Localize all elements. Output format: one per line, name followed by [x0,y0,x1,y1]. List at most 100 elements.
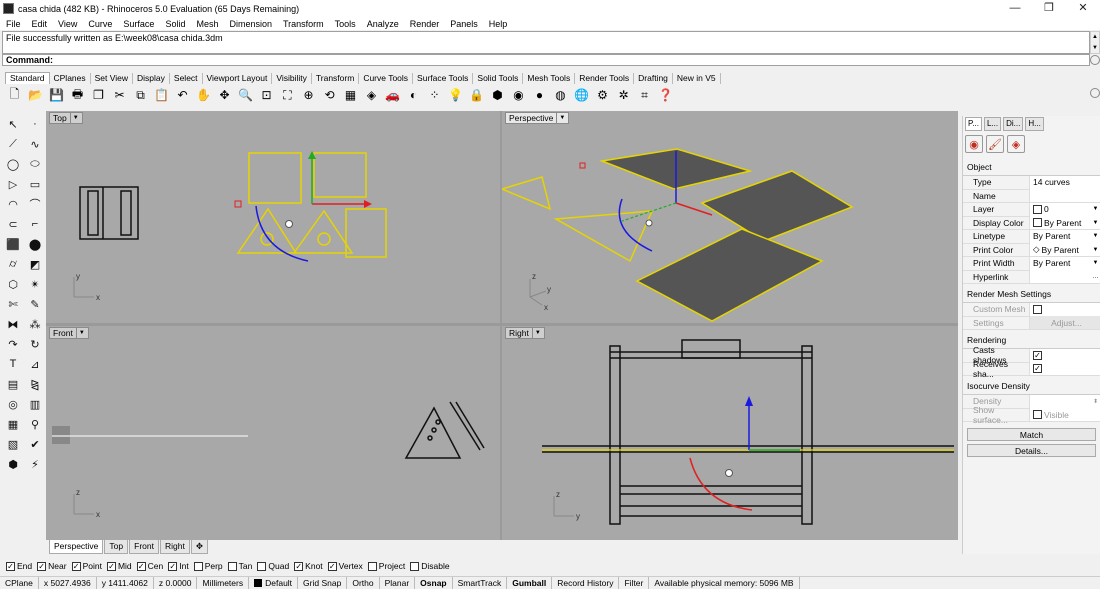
polygon-icon[interactable]: ▷ [3,174,23,194]
menu-render[interactable]: Render [404,19,445,29]
viewport-label-right[interactable]: Right ▼ [505,327,545,339]
viewport-perspective[interactable]: z y x Perspective ▼ [502,111,958,323]
menu-transform[interactable]: Transform [277,19,329,29]
object-properties-icon[interactable]: ◉ [965,135,983,153]
gear-icon[interactable]: ✲ [615,87,632,104]
close-button[interactable]: ✕ [1066,0,1100,17]
viewport-right[interactable]: z y Right ▼ [502,326,958,540]
status-grid-snap[interactable]: Grid Snap [298,577,348,589]
chevron-down-icon[interactable]: ▼ [531,328,541,338]
tab-standard[interactable]: Standard [5,72,50,84]
material-icon[interactable]: 🖌 [986,135,1004,153]
undo-icon[interactable]: ↶ [174,87,191,104]
open-icon[interactable]: 📂 [27,87,44,104]
box-icon[interactable]: ⬛ [3,234,23,254]
prop-name[interactable]: Name [963,189,1100,203]
toolbar-options-icon[interactable] [1090,88,1100,98]
split-icon[interactable]: ✎ [25,294,45,314]
render-preview-icon[interactable]: ◍ [552,87,569,104]
tab-cplanes[interactable]: CPlanes [50,73,91,84]
options-icon[interactable]: ⌗ [636,87,653,104]
grid-icon[interactable]: ▦ [3,414,23,434]
point-icon[interactable]: · [25,114,45,134]
status-smarttrack[interactable]: SmartTrack [453,577,508,589]
viewport-label-front[interactable]: Front ▼ [49,327,89,339]
polyline-icon[interactable]: ⟋ [3,134,23,154]
history-scrollbar[interactable]: ▲ ▼ [1090,31,1100,54]
menu-curve[interactable]: Curve [82,19,117,29]
tab-set-view[interactable]: Set View [91,73,134,84]
tab-drafting[interactable]: Drafting [634,73,673,84]
render-sphere-icon[interactable]: ● [531,87,548,104]
tab-viewport-layout[interactable]: Viewport Layout [203,73,273,84]
zoom-icon[interactable]: 🔍 [237,87,254,104]
ellipse-icon[interactable]: ⬭ [25,154,45,174]
rotate-tool-icon[interactable]: ↻ [25,334,45,354]
circle-icon[interactable]: ◯ [3,154,23,174]
perspective-icon[interactable]: ◈ [363,87,380,104]
menu-surface[interactable]: Surface [117,19,159,29]
status-cplane[interactable]: CPlane [0,577,39,589]
car-icon[interactable]: 🚗 [384,87,401,104]
cylinder-icon[interactable]: ⌭ [3,254,23,274]
command-prompt[interactable]: Command: [2,54,1090,66]
mirror-icon[interactable]: ⧎ [25,374,45,394]
import-icon[interactable]: ❐ [90,87,107,104]
prop-hyperlink[interactable]: Hyperlink… [963,270,1100,284]
tab-render-tools[interactable]: Render Tools [575,73,635,84]
offset-icon[interactable]: ⊂ [3,214,23,234]
dimension-icon[interactable]: ⊿ [25,354,45,374]
osnap-project[interactable]: Project [367,561,405,571]
panel-tab-layers[interactable]: L... [983,116,1002,131]
status-osnap[interactable]: Osnap [415,577,453,589]
status-gumball[interactable]: Gumball [507,577,553,589]
lock-icon[interactable]: 🔒 [468,87,485,104]
tab-curve-tools[interactable]: Curve Tools [359,73,414,84]
osnap-disable[interactable]: Disable [410,561,450,571]
menu-tools[interactable]: Tools [329,19,361,29]
status-units[interactable]: Millimeters [197,577,250,589]
cube-icon[interactable]: ⬢ [3,454,23,474]
tab-transform[interactable]: Transform [312,73,360,84]
chevron-down-icon[interactable]: ▼ [556,113,565,123]
tab-new-in-v5[interactable]: New in V5 [673,73,721,84]
viewport-top[interactable]: y x Top ▼ [46,111,500,323]
menu-view[interactable]: View [52,19,82,29]
viewport-label-perspective[interactable]: Perspective ▼ [505,112,570,124]
shading-icon[interactable]: ◐ [405,87,422,104]
zoom-window-icon[interactable]: ⊡ [258,87,275,104]
zoom-selected-icon[interactable]: ⊕ [300,87,317,104]
tab-visibility[interactable]: Visibility [272,73,312,84]
points-icon[interactable]: ⁘ [426,87,443,104]
osnap-knot[interactable]: ✓ Knot [294,561,323,571]
cut-icon[interactable]: ✂ [111,87,128,104]
osnap-near[interactable]: ✓ Near [37,561,67,571]
chevron-down-icon[interactable]: ▼ [75,328,85,338]
osnap-end[interactable]: ✓ End [6,561,32,571]
viewport-front[interactable]: z x Front ▼ [46,326,500,540]
rotate-icon[interactable]: ✥ [216,87,233,104]
sphere-icon[interactable]: ⬤ [25,234,45,254]
undo-view-icon[interactable]: ⟲ [321,87,338,104]
osnap-tan[interactable]: Tan [227,561,252,571]
light-tool-icon[interactable]: ⚡ [25,454,45,474]
status-filter[interactable]: Filter [619,577,650,589]
add-viewport-tab-button[interactable]: ✥ [190,540,208,554]
join-icon[interactable]: ⧓ [3,314,23,334]
save-icon[interactable]: 💾 [48,87,65,104]
command-history[interactable]: File successfully written as E:\week08\c… [2,31,1090,54]
prop-linetype[interactable]: Linetype By Parent ▼ [963,229,1100,244]
menu-dimension[interactable]: Dimension [223,19,277,29]
print-icon[interactable]: 🖶 [69,87,86,104]
match-button[interactable]: Match [967,428,1096,441]
viewport-tab-perspective[interactable]: Perspective [49,540,104,554]
array-icon[interactable]: ▤ [3,374,23,394]
menu-mesh[interactable]: Mesh [190,19,223,29]
curve-icon[interactable]: ∿ [25,134,45,154]
panel-tab-help[interactable]: H... [1025,116,1044,131]
mesh-icon[interactable]: ⬡ [3,274,23,294]
viewport-tab-right[interactable]: Right [159,540,190,554]
prop-layer[interactable]: Layer 0 ▼ [963,202,1100,217]
osnap-point[interactable]: ✓ Point [71,561,102,571]
render-tool-icon[interactable]: ▧ [3,434,23,454]
